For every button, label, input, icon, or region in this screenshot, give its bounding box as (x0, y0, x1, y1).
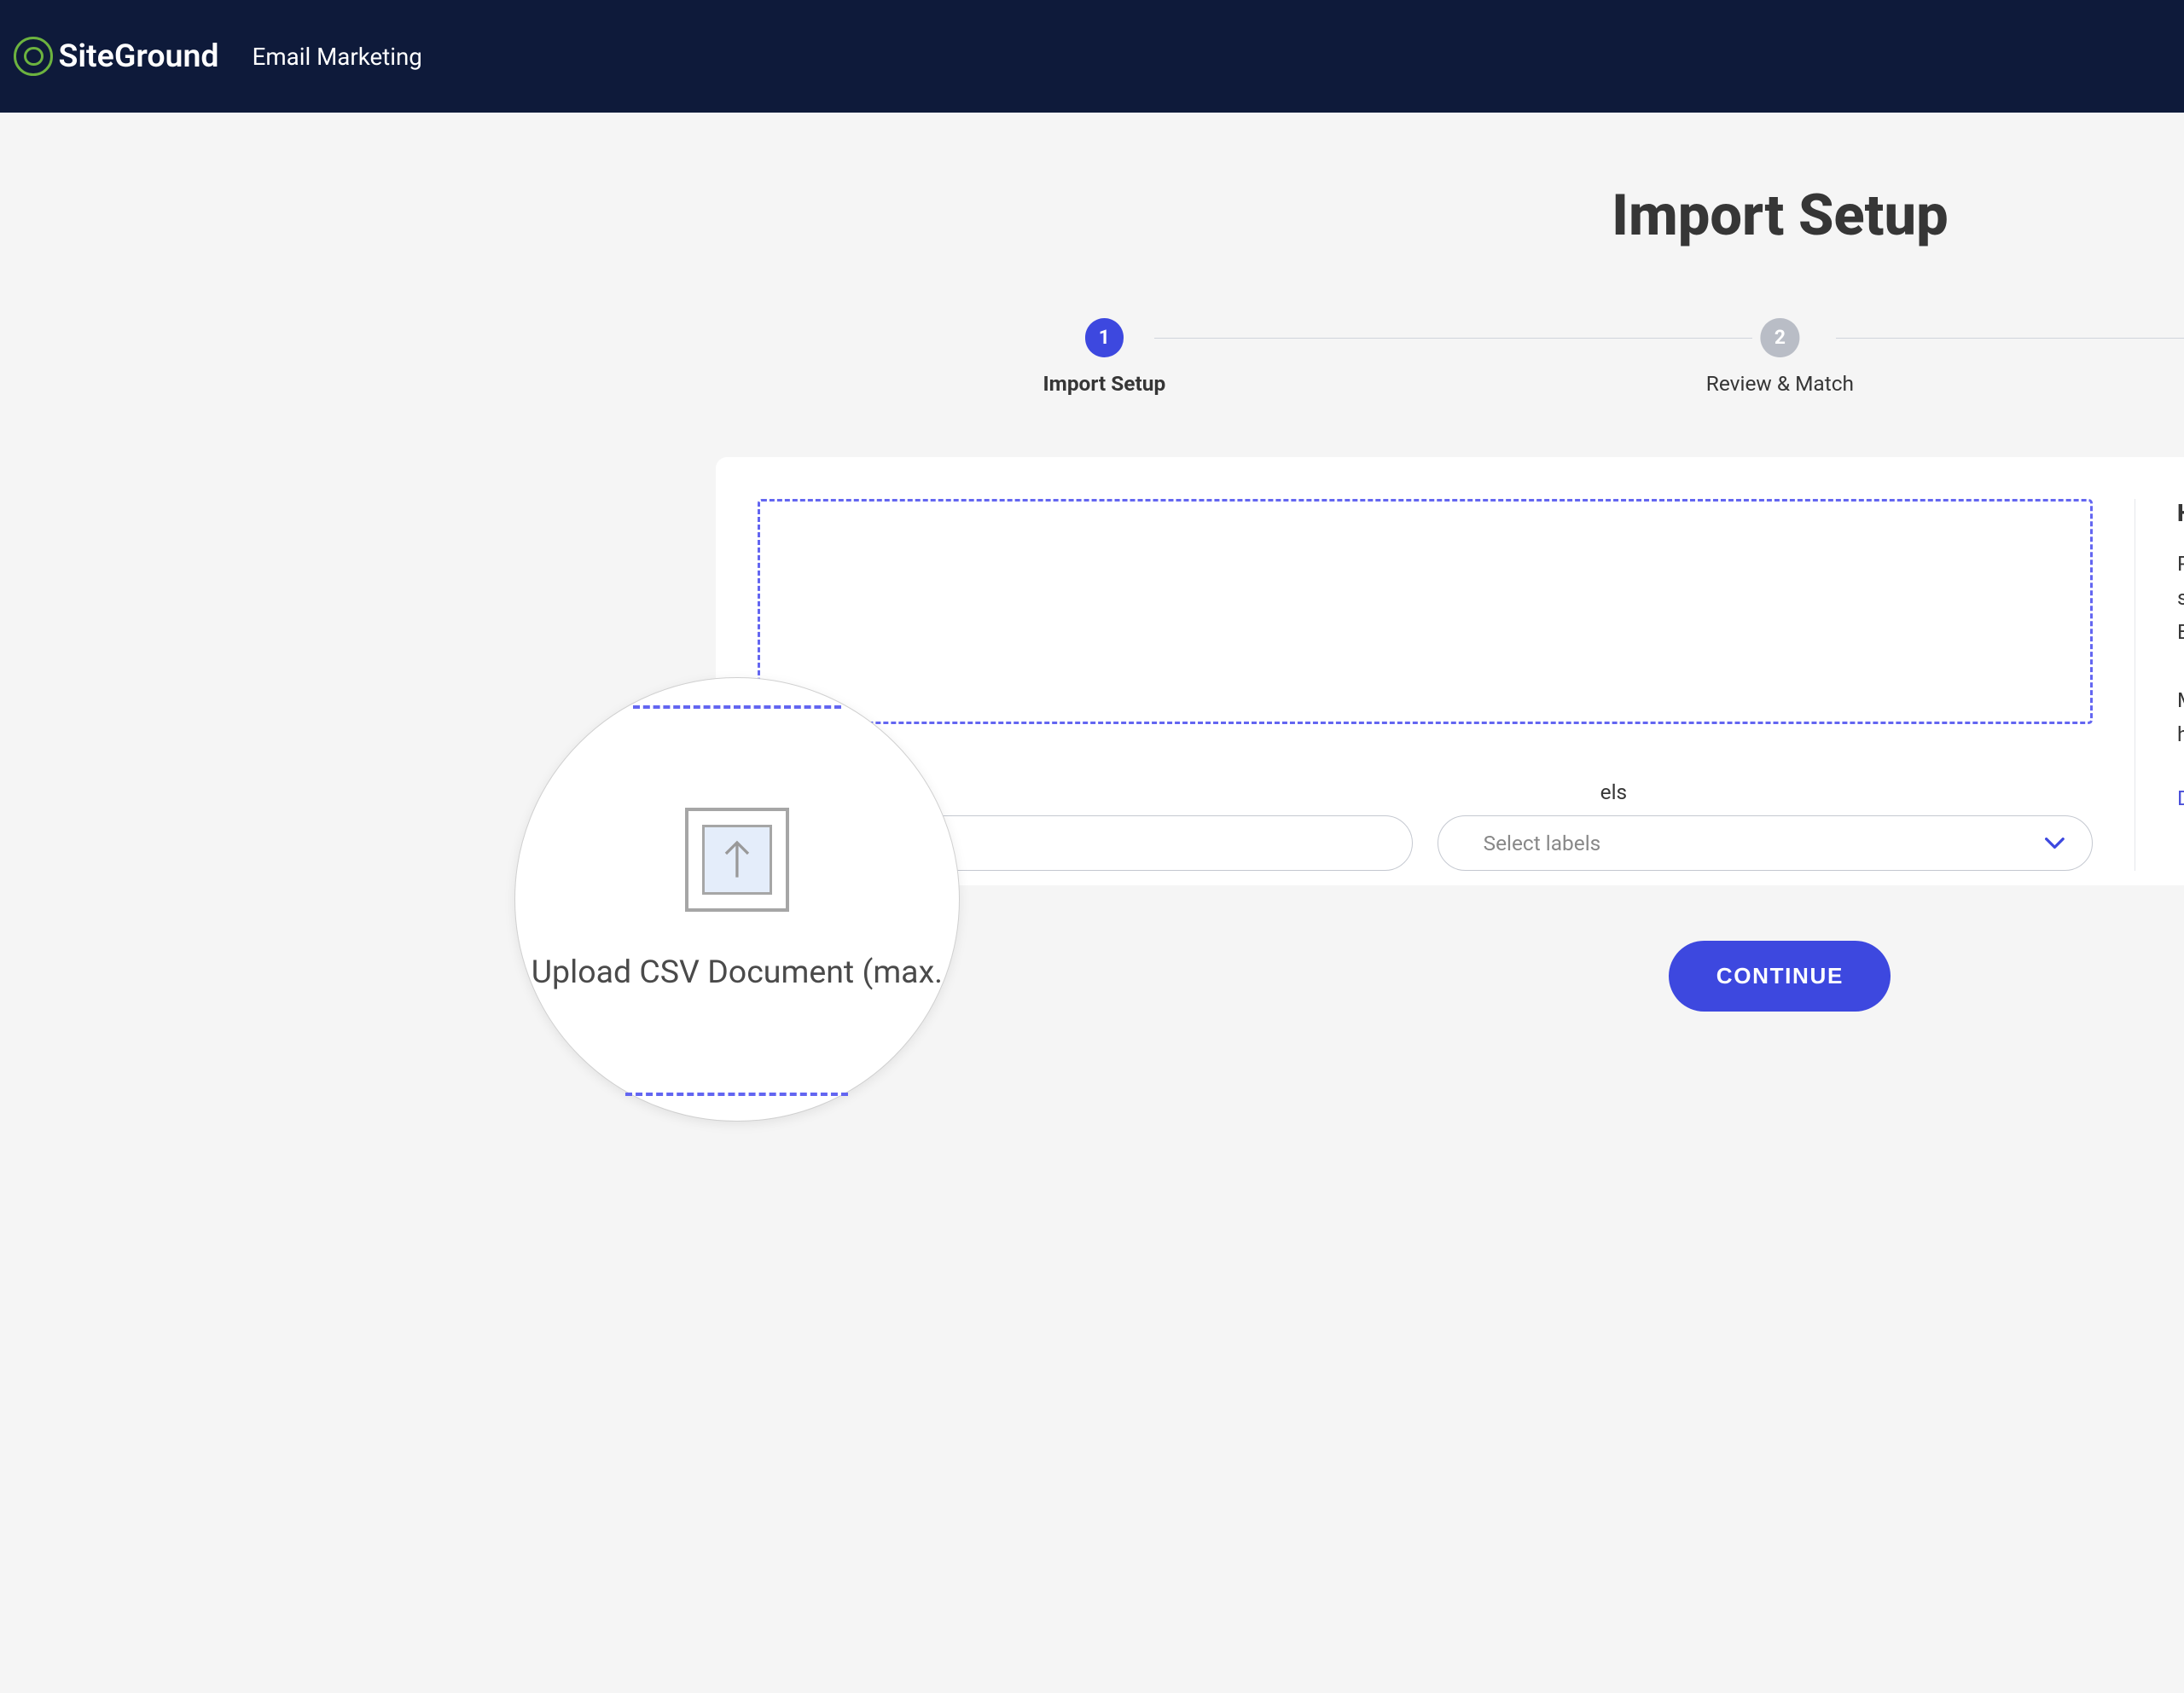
left-panel: Assign Status Subscribed els Select labe… (758, 499, 2093, 871)
help-paragraph: Make sure all contacts include an email … (2177, 683, 2184, 752)
download-template-link[interactable]: Download import template (2177, 786, 2184, 810)
step-review-match: 2 Review & Match (1706, 318, 1854, 396)
stepper: 1 Import Setup 2 Review & Match 3 Summar… (1043, 318, 2184, 415)
step-line (1154, 338, 1752, 339)
chevron-down-icon (2045, 838, 2065, 849)
assign-status-select[interactable]: Subscribed (758, 815, 1413, 871)
logo[interactable]: SiteGround (14, 37, 218, 76)
product-name: Email Marketing (253, 43, 422, 71)
help-paragraph: Prepare your contacts in a file, upload … (2177, 547, 2184, 650)
labels-group: els Select labels (1438, 780, 2093, 871)
header: SiteGround Email Marketing EXIT WIZARD (0, 0, 2184, 113)
assign-status-value: Subscribed (787, 831, 891, 855)
form-row: Assign Status Subscribed els Select labe… (758, 780, 2093, 871)
labels-placeholder: Select labels (1467, 831, 1600, 855)
header-left: SiteGround Email Marketing (14, 37, 422, 76)
step-label: Import Setup (1043, 371, 1166, 396)
labels-label: els (1600, 780, 1628, 804)
step-line (1836, 338, 2184, 339)
main-content: Import Setup 1 Import Setup 2 Review & M… (0, 113, 2184, 1012)
help-panel: HOW TO PREPARE YOUR CSV DOCUMENT? Prepar… (2135, 499, 2184, 871)
step-import-setup: 1 Import Setup (1043, 318, 1166, 396)
assign-status-label: Assign Status (758, 780, 1413, 804)
step-number: 1 (1085, 318, 1124, 357)
assign-status-group: Assign Status Subscribed (758, 780, 1413, 871)
content-card: Assign Status Subscribed els Select labe… (716, 457, 2184, 885)
dashed-border (625, 1093, 848, 1096)
help-heading: HOW TO PREPARE YOUR CSV DOCUMENT? (2177, 499, 2184, 527)
labels-select[interactable]: Select labels (1438, 815, 2093, 871)
continue-section: CONTINUE (28, 941, 2184, 1012)
logo-text: SiteGround (58, 38, 218, 75)
page-title: Import Setup (28, 183, 2184, 249)
continue-button[interactable]: CONTINUE (1669, 941, 1891, 1012)
upload-dropzone[interactable] (758, 499, 2093, 724)
step-label: Review & Match (1706, 371, 1854, 396)
siteground-logo-icon (14, 37, 53, 76)
step-number: 2 (1761, 318, 1800, 357)
